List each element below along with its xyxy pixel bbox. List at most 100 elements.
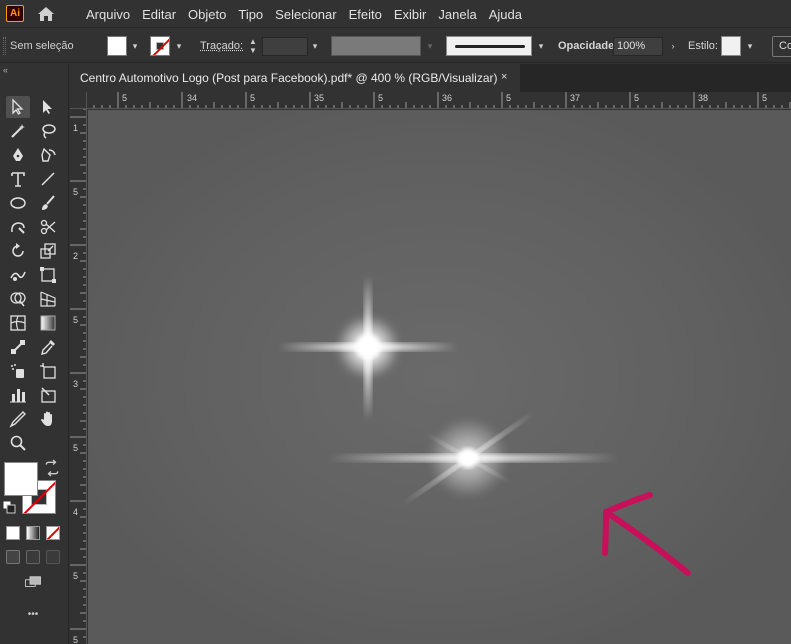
ruler-label: 35	[314, 93, 325, 103]
ruler-label: 36	[442, 93, 453, 103]
type-tool-icon[interactable]	[6, 168, 30, 190]
menu-ajuda[interactable]: Ajuda	[483, 7, 528, 22]
magic-wand-tool-icon[interactable]	[6, 120, 30, 142]
ruler-label: 5	[73, 187, 79, 197]
draw-mode-row	[6, 550, 60, 564]
artboard-tool-icon[interactable]	[36, 360, 60, 382]
fill-color-swatch[interactable]	[107, 36, 127, 56]
document-tab-bar: Centro Automotivo Logo (Post para Facebo…	[70, 64, 791, 92]
stroke-weight-stepper[interactable]: ▲ ▼	[246, 37, 260, 55]
opacity-label[interactable]: Opacidade:	[558, 29, 618, 63]
ruler-label: 5	[73, 315, 79, 325]
chevron-down-icon[interactable]: ▾	[172, 36, 186, 56]
vertical-ruler[interactable]: 1 5 2 5 3 5 4 5 5	[70, 109, 87, 644]
ruler-label: 2	[73, 251, 79, 261]
curvature-tool-icon[interactable]	[36, 144, 60, 166]
draw-inside-icon[interactable]	[46, 550, 60, 564]
selection-status: Sem seleção	[10, 40, 74, 52]
gradient-mode-icon[interactable]	[26, 526, 40, 540]
close-icon[interactable]: ×	[501, 71, 507, 83]
slice-tool-icon[interactable]	[36, 384, 60, 406]
ruler-label: 5	[73, 635, 79, 644]
opacity-field[interactable]: 100%	[613, 37, 663, 56]
menu-janela[interactable]: Janela	[432, 7, 482, 22]
pencil-tool-icon[interactable]	[6, 408, 30, 430]
menu-exibir[interactable]: Exibir	[388, 7, 433, 22]
stroke-color-swatch[interactable]	[150, 36, 170, 56]
symbol-sprayer-tool-icon[interactable]	[6, 360, 30, 382]
chevron-down-icon[interactable]: ▾	[308, 36, 322, 56]
collapse-panel-icon[interactable]: «	[3, 65, 8, 75]
shaper-tool-icon[interactable]	[6, 216, 30, 238]
app-logo: Ai	[6, 5, 24, 22]
ruler-label: 37	[570, 93, 581, 103]
ruler-label: 5	[250, 93, 256, 103]
chevron-down-icon[interactable]: ▾	[534, 36, 548, 56]
scale-tool-icon[interactable]	[36, 240, 60, 262]
perspective-grid-tool-icon[interactable]	[36, 288, 60, 310]
mesh-tool-icon[interactable]	[6, 312, 30, 334]
rotate-tool-icon[interactable]	[6, 240, 30, 262]
pen-tool-icon[interactable]	[6, 144, 30, 166]
horizontal-ruler[interactable]: 5 34 5 35 5 36 5 37 5 38 5	[70, 92, 791, 109]
paintbrush-tool-icon[interactable]	[36, 192, 60, 214]
ruler-label: 38	[698, 93, 709, 103]
menu-objeto[interactable]: Objeto	[182, 7, 232, 22]
stroke-weight-field[interactable]	[262, 37, 308, 56]
gradient-tool-icon[interactable]	[36, 312, 60, 334]
document-title: Centro Automotivo Logo (Post para Facebo…	[80, 71, 498, 85]
menu-editar[interactable]: Editar	[136, 7, 182, 22]
ruler-label: 5	[378, 93, 384, 103]
style-label: Estilo:	[688, 40, 718, 52]
ruler-label: 5	[73, 443, 79, 453]
shape-builder-tool-icon[interactable]	[6, 288, 30, 310]
edit-toolbar-icon[interactable]: •••	[20, 604, 46, 624]
panel-grip[interactable]	[3, 37, 6, 55]
ruler-origin[interactable]	[70, 92, 87, 109]
menu-bar: Ai Arquivo Editar Objeto Tipo Selecionar…	[0, 0, 791, 28]
menu-tipo[interactable]: Tipo	[232, 7, 269, 22]
ruler-label: 5	[122, 93, 128, 103]
stroke-label[interactable]: Traçado:	[200, 29, 243, 63]
chevron-down-icon[interactable]: ▾	[128, 36, 142, 56]
ruler-label: 3	[73, 379, 79, 389]
warp-tool-icon[interactable]	[6, 264, 30, 286]
home-icon[interactable]	[36, 5, 56, 23]
default-colors-icon[interactable]	[2, 500, 16, 514]
brush-definition[interactable]	[446, 36, 532, 56]
lasso-tool-icon[interactable]	[36, 120, 60, 142]
menu-selecionar[interactable]: Selecionar	[269, 7, 342, 22]
selection-tool-icon[interactable]	[6, 96, 30, 118]
graphic-style-swatch[interactable]	[721, 36, 741, 56]
screen-mode-icon[interactable]	[20, 572, 46, 592]
zoom-tool-icon[interactable]	[6, 432, 30, 454]
control-bar: Sem seleção ▾ ▾ Traçado: ▲ ▼ ▾ ▾ ▾ Opacid…	[0, 29, 791, 63]
ruler-label: 4	[73, 507, 79, 517]
eyedropper-tool-icon[interactable]	[36, 336, 60, 358]
menu-arquivo[interactable]: Arquivo	[80, 7, 136, 22]
line-segment-tool-icon[interactable]	[36, 168, 60, 190]
direct-selection-tool-icon[interactable]	[36, 96, 60, 118]
blend-tool-icon[interactable]	[6, 336, 30, 358]
artboard-canvas[interactable]	[88, 110, 791, 644]
tools-panel: « •••	[0, 64, 69, 644]
ruler-label: 5	[506, 93, 512, 103]
scissors-tool-icon[interactable]	[36, 216, 60, 238]
document-tab[interactable]: Centro Automotivo Logo (Post para Facebo…	[70, 64, 520, 92]
color-mode-icon[interactable]	[6, 526, 20, 540]
draw-behind-icon[interactable]	[26, 550, 40, 564]
hand-tool-icon[interactable]	[36, 408, 60, 430]
fill-swatch[interactable]	[4, 462, 38, 496]
variable-width-profile[interactable]	[331, 36, 421, 56]
free-transform-tool-icon[interactable]	[36, 264, 60, 286]
draw-normal-icon[interactable]	[6, 550, 20, 564]
menu-efeito[interactable]: Efeito	[343, 7, 388, 22]
options-button[interactable]: Co	[772, 36, 791, 57]
chevron-right-icon[interactable]: ›	[666, 36, 680, 56]
column-graph-tool-icon[interactable]	[6, 384, 30, 406]
ruler-label: 1	[73, 123, 79, 133]
ruler-label: 5	[73, 571, 79, 581]
ellipse-tool-icon[interactable]	[6, 192, 30, 214]
none-mode-icon[interactable]	[46, 526, 60, 540]
chevron-down-icon[interactable]: ▾	[743, 36, 757, 56]
